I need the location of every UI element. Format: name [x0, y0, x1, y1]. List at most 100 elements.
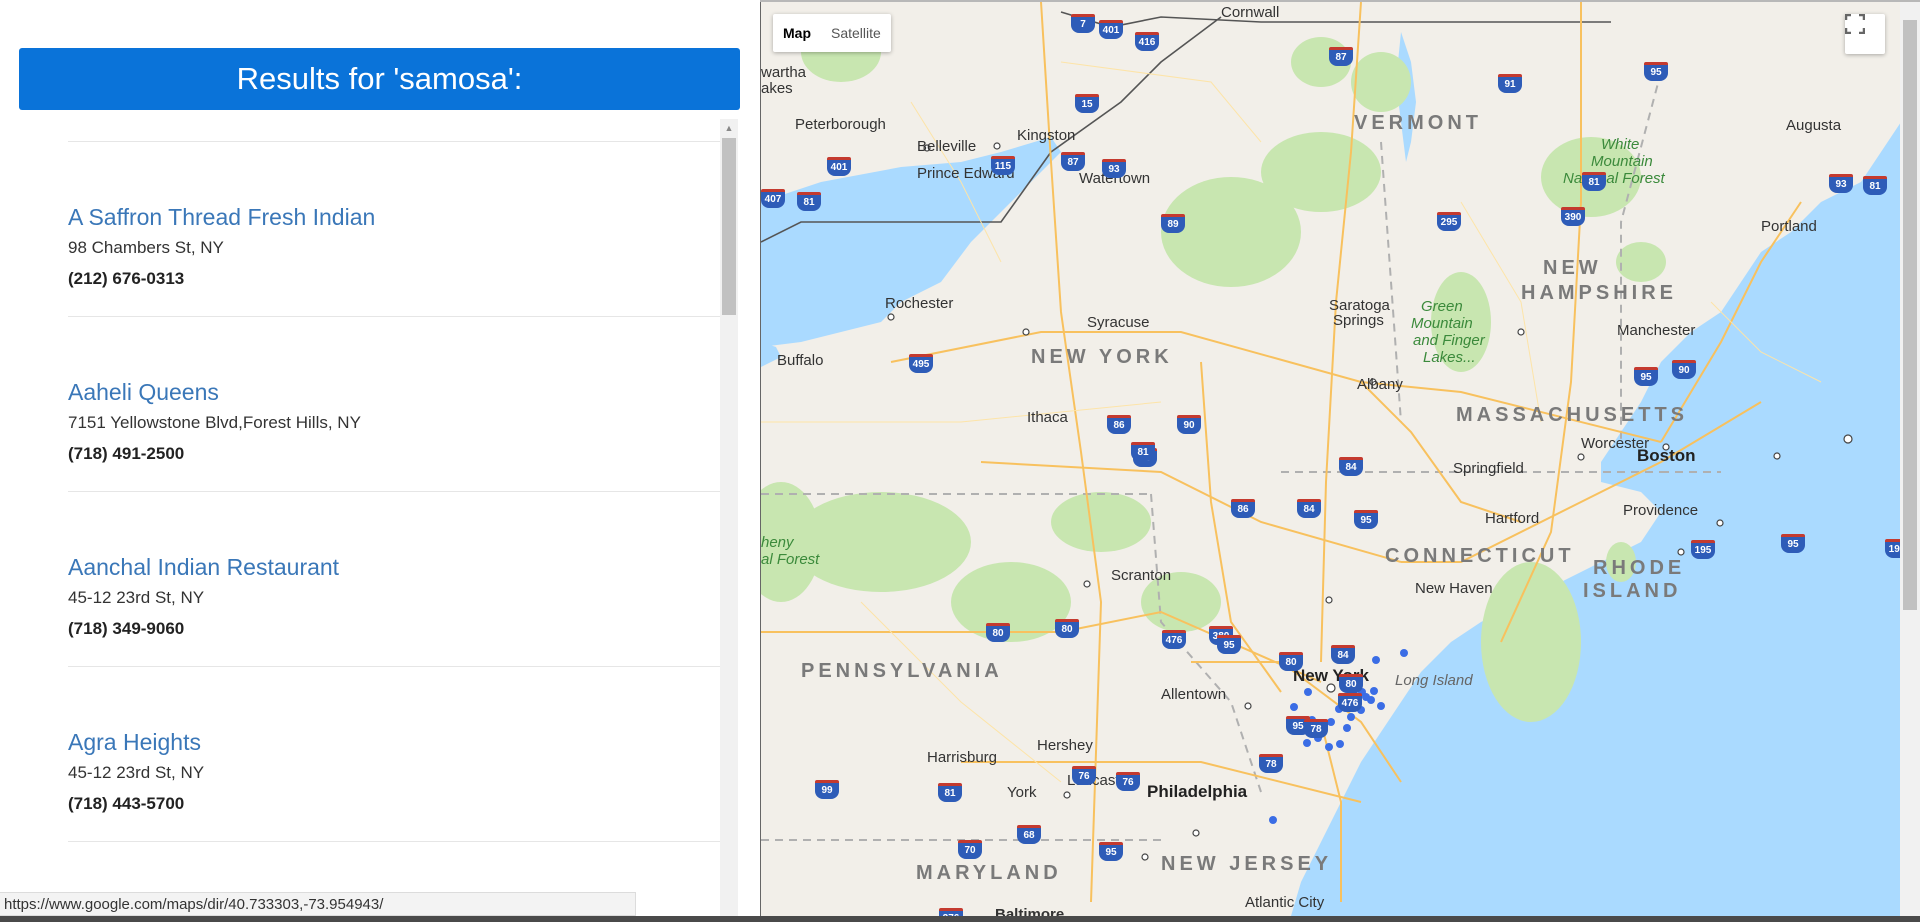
city-label: Scranton — [1111, 567, 1172, 584]
park-label: Green — [1421, 298, 1463, 315]
interstate-shield-icon: 76 — [1072, 766, 1096, 785]
interstate-shield-icon: 7 — [1071, 14, 1095, 33]
state-label-new-hampshire: NEW — [1543, 257, 1602, 279]
city-label: akes — [761, 80, 793, 97]
park-label: al Forest — [761, 551, 820, 568]
city-label: Springfield — [1453, 460, 1524, 477]
fullscreen-button[interactable] — [1845, 14, 1885, 54]
interstate-shield-icon: 99 — [815, 780, 839, 799]
interstate-shield-icon: 81 — [1582, 172, 1606, 191]
restaurant-phone: (718) 443-5700 — [68, 794, 185, 813]
interstate-shield-icon: 407 — [761, 189, 785, 208]
interstate-shield-icon: 84 — [1331, 645, 1355, 664]
city-label: Hershey — [1037, 737, 1093, 754]
interstate-shield-icon: 95 — [1634, 367, 1658, 386]
city-label: Boston — [1637, 446, 1696, 465]
interstate-shield-icon: 115 — [991, 156, 1015, 175]
restaurant-name-link[interactable]: Aaheli Queens — [68, 378, 720, 406]
interstate-shield-icon: 80 — [1055, 619, 1079, 638]
scroll-up-arrow-icon[interactable]: ▲ — [720, 119, 738, 137]
interstate-shield-icon: 95 — [1217, 635, 1241, 654]
status-bar-url: https://www.google.com/maps/dir/40.73330… — [0, 892, 636, 916]
park-label: Mountain — [1591, 153, 1653, 170]
interstate-shield-icon: 93 — [1102, 159, 1126, 178]
scroll-thumb[interactable] — [722, 138, 736, 315]
map-type-map-button[interactable]: Map — [773, 14, 821, 52]
interstate-shield-icon: 90 — [1672, 360, 1696, 379]
ocean — [1291, 122, 1901, 916]
city-label: Manchester — [1617, 322, 1696, 339]
interstate-shield-icon: 93 — [1829, 174, 1853, 193]
state-label-rhode-island: ISLAND — [1583, 580, 1682, 602]
state-label-connecticut: CONNECTICUT — [1385, 545, 1575, 567]
interstate-shield-icon: 68 — [1017, 825, 1041, 844]
park-label: heny — [761, 534, 794, 551]
city-label: Springs — [1333, 312, 1384, 329]
lake-ontario — [761, 137, 1061, 347]
interstate-shield-icon: 70 — [958, 840, 982, 859]
restaurant-address: 98 Chambers St, NY — [68, 238, 224, 257]
interstate-shield-icon: 295 — [1437, 212, 1461, 231]
park-label: White — [1601, 136, 1640, 153]
state-label-new-jersey: NEW JERSEY — [1161, 853, 1333, 875]
restaurant-name-link[interactable]: Aanchal Indian Restaurant — [68, 553, 720, 581]
interstate-shield-icon: 91 — [1498, 74, 1522, 93]
list-item: Aanchal Indian Restaurant 45-12 23rd St,… — [68, 491, 720, 666]
list-divider — [68, 841, 720, 842]
interstate-shield-icon: 89 — [1161, 214, 1185, 233]
state-label-maryland: MARYLAND — [916, 862, 1062, 884]
restaurant-phone: (718) 349-9060 — [68, 619, 185, 638]
city-label: Atlantic City — [1245, 894, 1325, 911]
restaurant-phone: (212) 676-0313 — [68, 269, 185, 288]
city-label: Cornwall — [1221, 4, 1280, 21]
map-view[interactable]: VERMONT NEW HAMPSHIRE NEW YORK MASSACHUS… — [760, 2, 1901, 916]
map-type-control: Map Satellite — [773, 14, 891, 52]
city-label: Hartford — [1485, 510, 1540, 527]
page-scroll-thumb[interactable] — [1903, 20, 1917, 610]
interstate-shield-icon: 86 — [1107, 415, 1131, 434]
interstate-shield-icon: 15 — [1075, 94, 1099, 113]
interstate-shield-icon: 195 — [1691, 540, 1715, 559]
city-label: York — [1007, 784, 1037, 801]
city-label: Ithaca — [1027, 409, 1068, 426]
city-label: New Haven — [1415, 580, 1493, 597]
results-panel: Results for 'samosa': A Saffron Thread F… — [0, 0, 760, 922]
state-label-rhode-island: RHODE — [1593, 557, 1686, 579]
interstate-shield-icon: 276 — [939, 908, 963, 916]
interstate-shield-icon: 78 — [1304, 719, 1328, 738]
interstate-shield-icon: 476 — [1338, 693, 1362, 712]
city-label: Harrisburg — [927, 749, 998, 766]
interstate-shield-icon: 90 — [1177, 415, 1201, 434]
results-header: Results for 'samosa': — [19, 48, 740, 110]
restaurant-name-link[interactable]: Agra Heights — [68, 728, 720, 756]
list-item: A Saffron Thread Fresh Indian 98 Chamber… — [68, 141, 720, 316]
interstate-shield-icon: 495 — [909, 354, 933, 373]
interstate-shield-icon: 80 — [1279, 652, 1303, 671]
interstate-shield-icon: 95 — [1781, 534, 1805, 553]
interstate-shield-icon: 390 — [1561, 207, 1585, 226]
park-label: Lakes... — [1423, 349, 1476, 366]
results-list[interactable]: A Saffron Thread Fresh Indian 98 Chamber… — [68, 119, 720, 922]
city-label: Baltimore — [995, 906, 1065, 916]
city-label: Providence — [1623, 502, 1699, 519]
city-label: Long Island — [1395, 672, 1473, 689]
city-label: Peterborough — [795, 116, 886, 133]
restaurant-address: 7151 Yellowstone Blvd,Forest Hills, NY — [68, 413, 361, 432]
state-label-new-hampshire: HAMPSHIRE — [1521, 282, 1678, 304]
city-label: Allentown — [1161, 686, 1227, 703]
forest-areas — [761, 22, 1666, 722]
interstate-shield-icon: 81 — [1131, 442, 1155, 461]
results-scrollbar[interactable]: ▲ — [720, 119, 738, 922]
map-type-satellite-button[interactable]: Satellite — [821, 14, 891, 52]
city-label: Syracuse — [1087, 314, 1150, 331]
interstate-shield-icon: 76 — [1116, 772, 1140, 791]
city-label: Augusta — [1786, 117, 1842, 134]
interstate-shield-icon: 81 — [797, 192, 821, 211]
city-label: Philadelphia — [1147, 782, 1248, 801]
city-label: Portland — [1761, 218, 1817, 235]
interstate-shield-icon: 78 — [1259, 754, 1283, 773]
park-label: Mountain — [1411, 315, 1473, 332]
list-item: Agra Heights 45-12 23rd St, NY (718) 443… — [68, 666, 720, 841]
restaurant-name-link[interactable]: A Saffron Thread Fresh Indian — [68, 203, 720, 231]
page-scrollbar[interactable] — [1900, 2, 1920, 916]
